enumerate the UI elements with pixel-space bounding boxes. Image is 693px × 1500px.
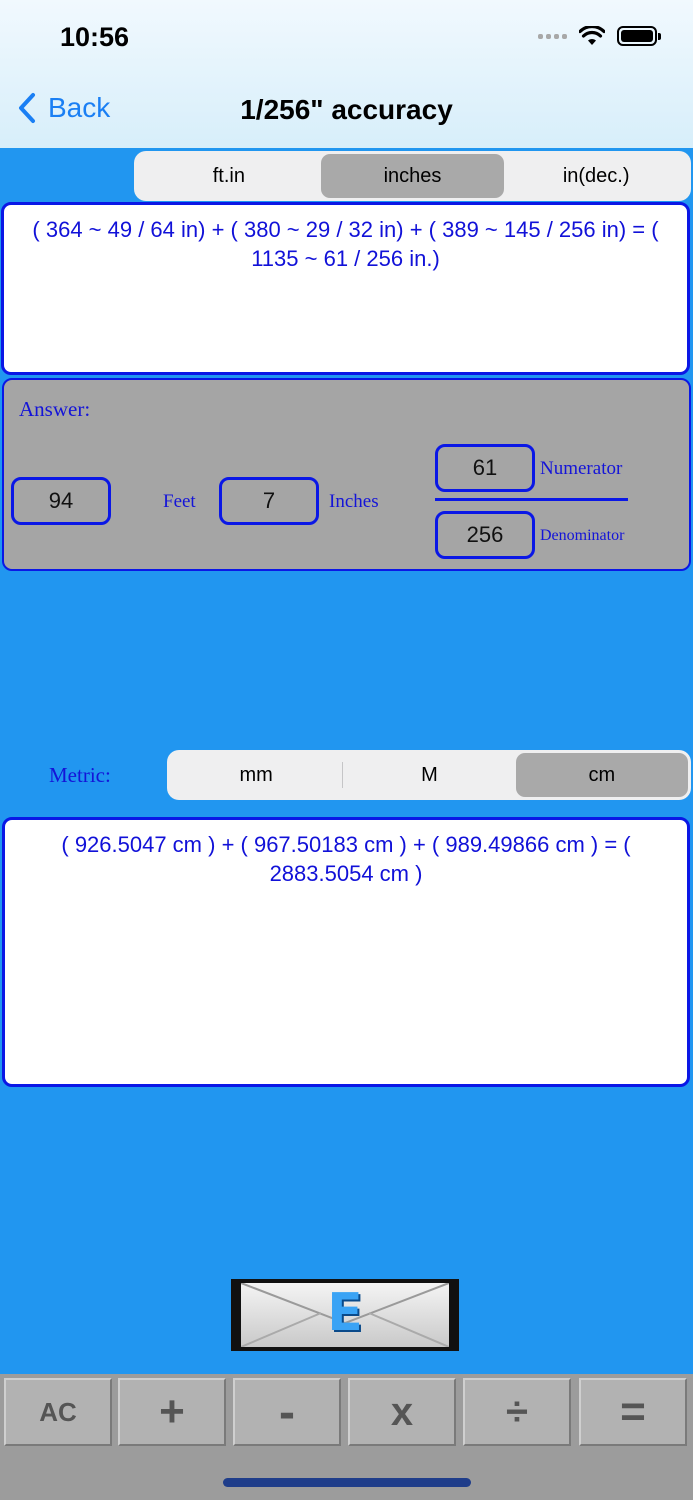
- key-multiply-label: x: [390, 1389, 414, 1434]
- inches-field[interactable]: 7: [219, 477, 319, 525]
- key-plus[interactable]: +: [118, 1378, 226, 1446]
- feet-field[interactable]: 94: [11, 477, 111, 525]
- metric-expression-display[interactable]: ( 926.5047 cm ) + ( 967.50183 cm ) + ( 9…: [2, 817, 690, 1087]
- feet-label: Feet: [163, 491, 196, 512]
- status-time: 10:56: [60, 22, 130, 52]
- segment-cm[interactable]: cm: [515, 753, 688, 797]
- wifi-icon: [579, 26, 605, 45]
- inches-label: Inches: [329, 491, 379, 512]
- key-divide[interactable]: ÷: [463, 1378, 571, 1446]
- navigation-header: 10:56 Back 1/256" accuracy: [0, 0, 693, 148]
- segment-inches[interactable]: inches: [320, 154, 505, 198]
- denominator-label: Denominator: [540, 527, 625, 544]
- key-all-clear[interactable]: AC: [4, 1378, 112, 1446]
- home-indicator[interactable]: [223, 1478, 471, 1487]
- numerator-label: Numerator: [540, 458, 623, 479]
- segment-ft-in[interactable]: ft.in: [137, 154, 321, 198]
- metric-expression-text: ( 926.5047 cm ) + ( 967.50183 cm ) + ( 9…: [61, 832, 631, 886]
- feet-value: 94: [48, 488, 74, 513]
- numerator-value: 61: [472, 455, 498, 480]
- key-minus-label: -: [279, 1385, 295, 1439]
- email-letter: E: [327, 1283, 363, 1343]
- denominator-field[interactable]: 256: [435, 511, 535, 559]
- key-equals-label: =: [620, 1387, 646, 1436]
- segment-in-dec[interactable]: in(dec.): [504, 154, 688, 198]
- segment-mm[interactable]: mm: [170, 753, 342, 797]
- denominator-value: 256: [466, 522, 504, 547]
- status-icons: [538, 26, 661, 46]
- answer-panel: Answer: 94 Feet 7 Inches 61 Numerator 25…: [2, 378, 691, 571]
- cellular-signal-icon: [538, 33, 567, 39]
- key-ac-label: AC: [39, 1396, 77, 1427]
- key-plus-label: +: [159, 1387, 185, 1436]
- imperial-unit-selector: ft.in inches in(dec.): [134, 151, 691, 201]
- imperial-expression-text: ( 364 ~ 49 / 64 in) + ( 380 ~ 29 / 32 in…: [32, 217, 659, 271]
- key-minus[interactable]: -: [233, 1378, 341, 1446]
- imperial-expression-display[interactable]: ( 364 ~ 49 / 64 in) + ( 380 ~ 29 / 32 in…: [1, 202, 690, 375]
- fraction-bar: [435, 498, 628, 501]
- metric-unit-selector: mm M cm: [167, 750, 691, 800]
- battery-icon: [617, 26, 661, 46]
- key-equals[interactable]: =: [579, 1378, 687, 1446]
- segment-m[interactable]: M: [343, 753, 515, 797]
- answer-heading: Answer:: [19, 397, 91, 421]
- key-multiply[interactable]: x: [348, 1378, 456, 1446]
- inches-value: 7: [262, 488, 276, 513]
- numerator-field[interactable]: 61: [435, 444, 535, 492]
- key-divide-label: ÷: [506, 1389, 528, 1434]
- page-title: 1/256" accuracy: [240, 94, 453, 125]
- metric-label: Metric:: [49, 763, 111, 787]
- email-button[interactable]: E: [231, 1279, 459, 1351]
